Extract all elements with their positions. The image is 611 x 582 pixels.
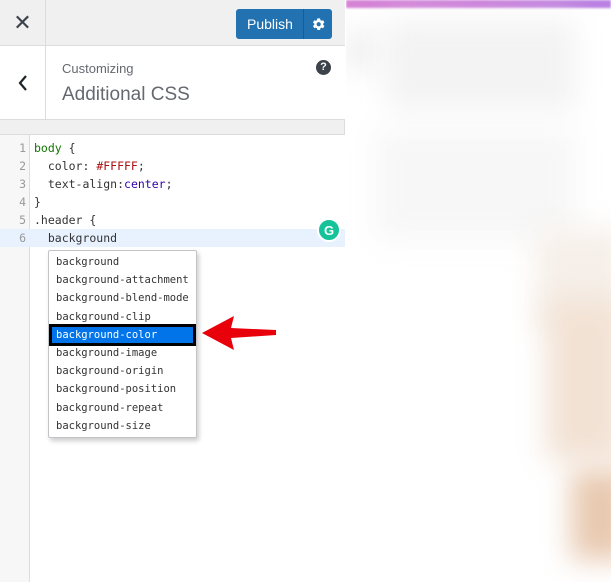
code-line[interactable]: 2 color: #FFFFF;	[0, 157, 345, 175]
autocomplete-item[interactable]: background-size	[49, 417, 196, 435]
autocomplete-item[interactable]: background	[49, 253, 196, 271]
autocomplete-item[interactable]: background-blend-mode	[49, 289, 196, 307]
code-line[interactable]: 3 text-align:center;	[0, 175, 345, 193]
help-icon[interactable]: ?	[316, 60, 331, 75]
autocomplete-item[interactable]: background-attachment	[49, 271, 196, 289]
preview-header-bar	[346, 0, 611, 8]
code-line-active[interactable]: 6 background	[0, 229, 345, 247]
site-preview[interactable]	[346, 0, 611, 582]
preview-blur-block	[571, 470, 611, 560]
line-number: 5	[19, 213, 26, 227]
publish-button[interactable]: Publish	[236, 9, 304, 39]
autocomplete-item[interactable]: background-position	[49, 380, 196, 398]
code-text: text-align:center;	[34, 175, 173, 193]
close-icon: ✕	[13, 9, 32, 35]
autocomplete-item[interactable]: background-repeat	[49, 399, 196, 417]
line-number: 3	[19, 177, 26, 191]
code-text: color: #FFFFF;	[34, 157, 145, 175]
css-punct: ;	[165, 177, 173, 191]
line-number: 2	[19, 159, 26, 173]
back-button[interactable]	[0, 46, 46, 119]
css-value: #FFFFF	[96, 159, 138, 173]
customizer-panel: ✕ Publish Customizing Additional CSS ? 1…	[0, 0, 345, 582]
preview-blur-block	[346, 30, 376, 70]
css-value: center	[124, 177, 166, 191]
publish-settings-button[interactable]	[304, 9, 332, 39]
code-text: body {	[34, 139, 76, 157]
code-line[interactable]: 1 body {	[0, 139, 345, 157]
code-text: .header {	[34, 213, 97, 227]
section-title: Additional CSS	[62, 84, 190, 105]
autocomplete-list: background background-attachment backgro…	[48, 250, 197, 438]
css-property: color:	[34, 159, 97, 173]
line-number: 4	[19, 195, 26, 209]
line-number: 6	[19, 231, 26, 245]
code-text: background	[34, 231, 118, 245]
publish-button-group: Publish	[236, 9, 332, 39]
line-number: 1	[19, 141, 26, 155]
autocomplete-item[interactable]: background-image	[49, 344, 196, 362]
gear-icon	[312, 18, 325, 30]
preview-blur-block	[386, 20, 576, 110]
code-line[interactable]: 5 .header {	[0, 211, 345, 229]
red-arrow-annotation-icon	[202, 316, 276, 350]
autocomplete-item[interactable]: background-clip	[49, 308, 196, 326]
preview-blur-block	[376, 130, 576, 240]
code-text: }	[34, 195, 41, 209]
css-punct: ;	[137, 159, 145, 173]
autocomplete-item-selected[interactable]: background-color	[49, 323, 196, 346]
section-header: Customizing Additional CSS ?	[0, 46, 345, 120]
grammarly-icon[interactable]: G	[317, 218, 341, 242]
close-customizer-button[interactable]: ✕	[0, 0, 46, 45]
section-subtitle: Customizing	[62, 61, 134, 76]
preview-blur-block	[546, 300, 611, 460]
chevron-left-icon	[18, 74, 27, 91]
code-line[interactable]: 4 }	[0, 193, 345, 211]
css-selector: body	[34, 141, 62, 155]
css-punct: {	[61, 141, 76, 155]
autocomplete-item[interactable]: background-origin	[49, 362, 196, 380]
css-property: text-align:	[34, 177, 125, 191]
customizer-header: ✕ Publish	[0, 0, 345, 46]
